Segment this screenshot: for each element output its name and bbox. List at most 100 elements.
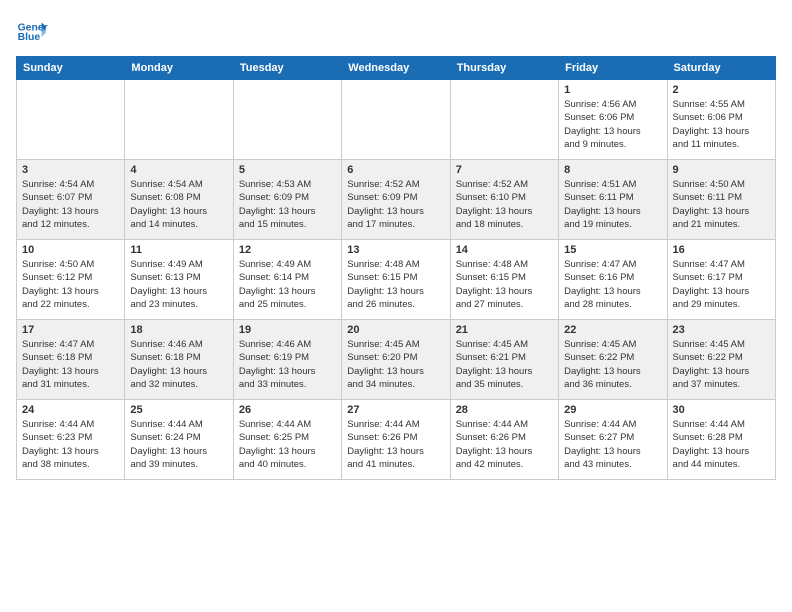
day-number: 7	[456, 164, 553, 176]
calendar-cell: 13 Sunrise: 4:48 AMSunset: 6:15 PMDayligh…	[342, 240, 450, 320]
calendar-cell: 12 Sunrise: 4:49 AMSunset: 6:14 PMDayligh…	[233, 240, 341, 320]
calendar-week-row: 3 Sunrise: 4:54 AMSunset: 6:07 PMDaylight…	[17, 160, 776, 240]
day-number: 4	[130, 164, 227, 176]
day-info: Sunrise: 4:44 AMSunset: 6:25 PMDaylight:…	[239, 418, 336, 471]
day-info: Sunrise: 4:52 AMSunset: 6:10 PMDaylight:…	[456, 178, 553, 231]
day-info: Sunrise: 4:56 AMSunset: 6:06 PMDaylight:…	[564, 98, 661, 151]
day-info: Sunrise: 4:54 AMSunset: 6:07 PMDaylight:…	[22, 178, 119, 231]
day-number: 15	[564, 244, 661, 256]
day-info: Sunrise: 4:44 AMSunset: 6:26 PMDaylight:…	[456, 418, 553, 471]
day-number: 30	[673, 404, 770, 416]
calendar-cell: 29 Sunrise: 4:44 AMSunset: 6:27 PMDayligh…	[559, 400, 667, 480]
day-number: 10	[22, 244, 119, 256]
calendar-cell: 7 Sunrise: 4:52 AMSunset: 6:10 PMDaylight…	[450, 160, 558, 240]
day-header-tuesday: Tuesday	[233, 57, 341, 80]
calendar-cell: 23Sunrise: 4:45 AMSunset: 6:22 PMDayligh…	[667, 320, 775, 400]
calendar-cell: 8Sunrise: 4:51 AMSunset: 6:11 PMDaylight…	[559, 160, 667, 240]
day-info: Sunrise: 4:46 AMSunset: 6:19 PMDaylight:…	[239, 338, 336, 391]
page-header: General Blue	[16, 16, 776, 48]
day-info: Sunrise: 4:45 AMSunset: 6:22 PMDaylight:…	[673, 338, 770, 391]
day-info: Sunrise: 4:49 AMSunset: 6:14 PMDaylight:…	[239, 258, 336, 311]
day-number: 20	[347, 324, 444, 336]
day-number: 12	[239, 244, 336, 256]
calendar-cell: 30 Sunrise: 4:44 AMSunset: 6:28 PMDayligh…	[667, 400, 775, 480]
calendar-week-row: 17 Sunrise: 4:47 AMSunset: 6:18 PMDayligh…	[17, 320, 776, 400]
day-info: Sunrise: 4:54 AMSunset: 6:08 PMDaylight:…	[130, 178, 227, 231]
day-number: 13	[347, 244, 444, 256]
day-header-sunday: Sunday	[17, 57, 125, 80]
day-info: Sunrise: 4:48 AMSunset: 6:15 PMDaylight:…	[456, 258, 553, 311]
calendar-cell: 1 Sunrise: 4:56 AMSunset: 6:06 PMDaylight…	[559, 80, 667, 160]
calendar-cell: 28 Sunrise: 4:44 AMSunset: 6:26 PMDayligh…	[450, 400, 558, 480]
day-number: 24	[22, 404, 119, 416]
day-header-friday: Friday	[559, 57, 667, 80]
day-info: Sunrise: 4:48 AMSunset: 6:15 PMDaylight:…	[347, 258, 444, 311]
day-info: Sunrise: 4:45 AMSunset: 6:20 PMDaylight:…	[347, 338, 444, 391]
calendar-cell: 15 Sunrise: 4:47 AMSunset: 6:16 PMDayligh…	[559, 240, 667, 320]
day-header-monday: Monday	[125, 57, 233, 80]
day-number: 14	[456, 244, 553, 256]
day-number: 17	[22, 324, 119, 336]
calendar-week-row: 1 Sunrise: 4:56 AMSunset: 6:06 PMDaylight…	[17, 80, 776, 160]
calendar-cell: 19 Sunrise: 4:46 AMSunset: 6:19 PMDayligh…	[233, 320, 341, 400]
calendar-cell	[17, 80, 125, 160]
calendar-cell: 17 Sunrise: 4:47 AMSunset: 6:18 PMDayligh…	[17, 320, 125, 400]
logo-icon: General Blue	[16, 16, 48, 48]
calendar-cell	[450, 80, 558, 160]
day-number: 11	[130, 244, 227, 256]
calendar-cell: 2 Sunrise: 4:55 AMSunset: 6:06 PMDaylight…	[667, 80, 775, 160]
day-info: Sunrise: 4:47 AMSunset: 6:17 PMDaylight:…	[673, 258, 770, 311]
day-number: 3	[22, 164, 119, 176]
day-info: Sunrise: 4:47 AMSunset: 6:16 PMDaylight:…	[564, 258, 661, 311]
day-number: 6	[347, 164, 444, 176]
day-number: 19	[239, 324, 336, 336]
calendar-cell: 3 Sunrise: 4:54 AMSunset: 6:07 PMDaylight…	[17, 160, 125, 240]
day-number: 22	[564, 324, 661, 336]
calendar-cell: 14 Sunrise: 4:48 AMSunset: 6:15 PMDayligh…	[450, 240, 558, 320]
day-number: 25	[130, 404, 227, 416]
day-info: Sunrise: 4:49 AMSunset: 6:13 PMDaylight:…	[130, 258, 227, 311]
calendar-cell: 6 Sunrise: 4:52 AMSunset: 6:09 PMDaylight…	[342, 160, 450, 240]
day-number: 9	[673, 164, 770, 176]
calendar-header-row: SundayMondayTuesdayWednesdayThursdayFrid…	[17, 57, 776, 80]
day-number: 2	[673, 84, 770, 96]
day-info: Sunrise: 4:44 AMSunset: 6:28 PMDaylight:…	[673, 418, 770, 471]
calendar-cell: 18 Sunrise: 4:46 AMSunset: 6:18 PMDayligh…	[125, 320, 233, 400]
day-info: Sunrise: 4:44 AMSunset: 6:27 PMDaylight:…	[564, 418, 661, 471]
day-info: Sunrise: 4:46 AMSunset: 6:18 PMDaylight:…	[130, 338, 227, 391]
calendar-cell: 27 Sunrise: 4:44 AMSunset: 6:26 PMDayligh…	[342, 400, 450, 480]
day-number: 16	[673, 244, 770, 256]
calendar-week-row: 24 Sunrise: 4:44 AMSunset: 6:23 PMDayligh…	[17, 400, 776, 480]
calendar-cell	[125, 80, 233, 160]
day-info: Sunrise: 4:44 AMSunset: 6:23 PMDaylight:…	[22, 418, 119, 471]
day-info: Sunrise: 4:52 AMSunset: 6:09 PMDaylight:…	[347, 178, 444, 231]
calendar-cell: 11 Sunrise: 4:49 AMSunset: 6:13 PMDayligh…	[125, 240, 233, 320]
calendar-cell: 21Sunrise: 4:45 AMSunset: 6:21 PMDayligh…	[450, 320, 558, 400]
day-number: 8	[564, 164, 661, 176]
day-number: 21	[456, 324, 553, 336]
day-number: 27	[347, 404, 444, 416]
svg-text:Blue: Blue	[18, 32, 41, 43]
day-info: Sunrise: 4:53 AMSunset: 6:09 PMDaylight:…	[239, 178, 336, 231]
calendar-cell: 20 Sunrise: 4:45 AMSunset: 6:20 PMDayligh…	[342, 320, 450, 400]
day-header-thursday: Thursday	[450, 57, 558, 80]
day-number: 29	[564, 404, 661, 416]
day-info: Sunrise: 4:55 AMSunset: 6:06 PMDaylight:…	[673, 98, 770, 151]
calendar-cell: 10 Sunrise: 4:50 AMSunset: 6:12 PMDayligh…	[17, 240, 125, 320]
day-info: Sunrise: 4:50 AMSunset: 6:11 PMDaylight:…	[673, 178, 770, 231]
day-header-wednesday: Wednesday	[342, 57, 450, 80]
day-info: Sunrise: 4:45 AMSunset: 6:22 PMDaylight:…	[564, 338, 661, 391]
calendar-cell: 9 Sunrise: 4:50 AMSunset: 6:11 PMDaylight…	[667, 160, 775, 240]
day-number: 18	[130, 324, 227, 336]
day-number: 28	[456, 404, 553, 416]
day-info: Sunrise: 4:50 AMSunset: 6:12 PMDaylight:…	[22, 258, 119, 311]
calendar-cell	[342, 80, 450, 160]
day-info: Sunrise: 4:44 AMSunset: 6:24 PMDaylight:…	[130, 418, 227, 471]
calendar-cell: 5Sunrise: 4:53 AMSunset: 6:09 PMDaylight…	[233, 160, 341, 240]
calendar-cell: 26Sunrise: 4:44 AMSunset: 6:25 PMDayligh…	[233, 400, 341, 480]
day-number: 1	[564, 84, 661, 96]
calendar-cell: 4 Sunrise: 4:54 AMSunset: 6:08 PMDaylight…	[125, 160, 233, 240]
day-info: Sunrise: 4:44 AMSunset: 6:26 PMDaylight:…	[347, 418, 444, 471]
calendar-cell: 22 Sunrise: 4:45 AMSunset: 6:22 PMDayligh…	[559, 320, 667, 400]
day-info: Sunrise: 4:47 AMSunset: 6:18 PMDaylight:…	[22, 338, 119, 391]
